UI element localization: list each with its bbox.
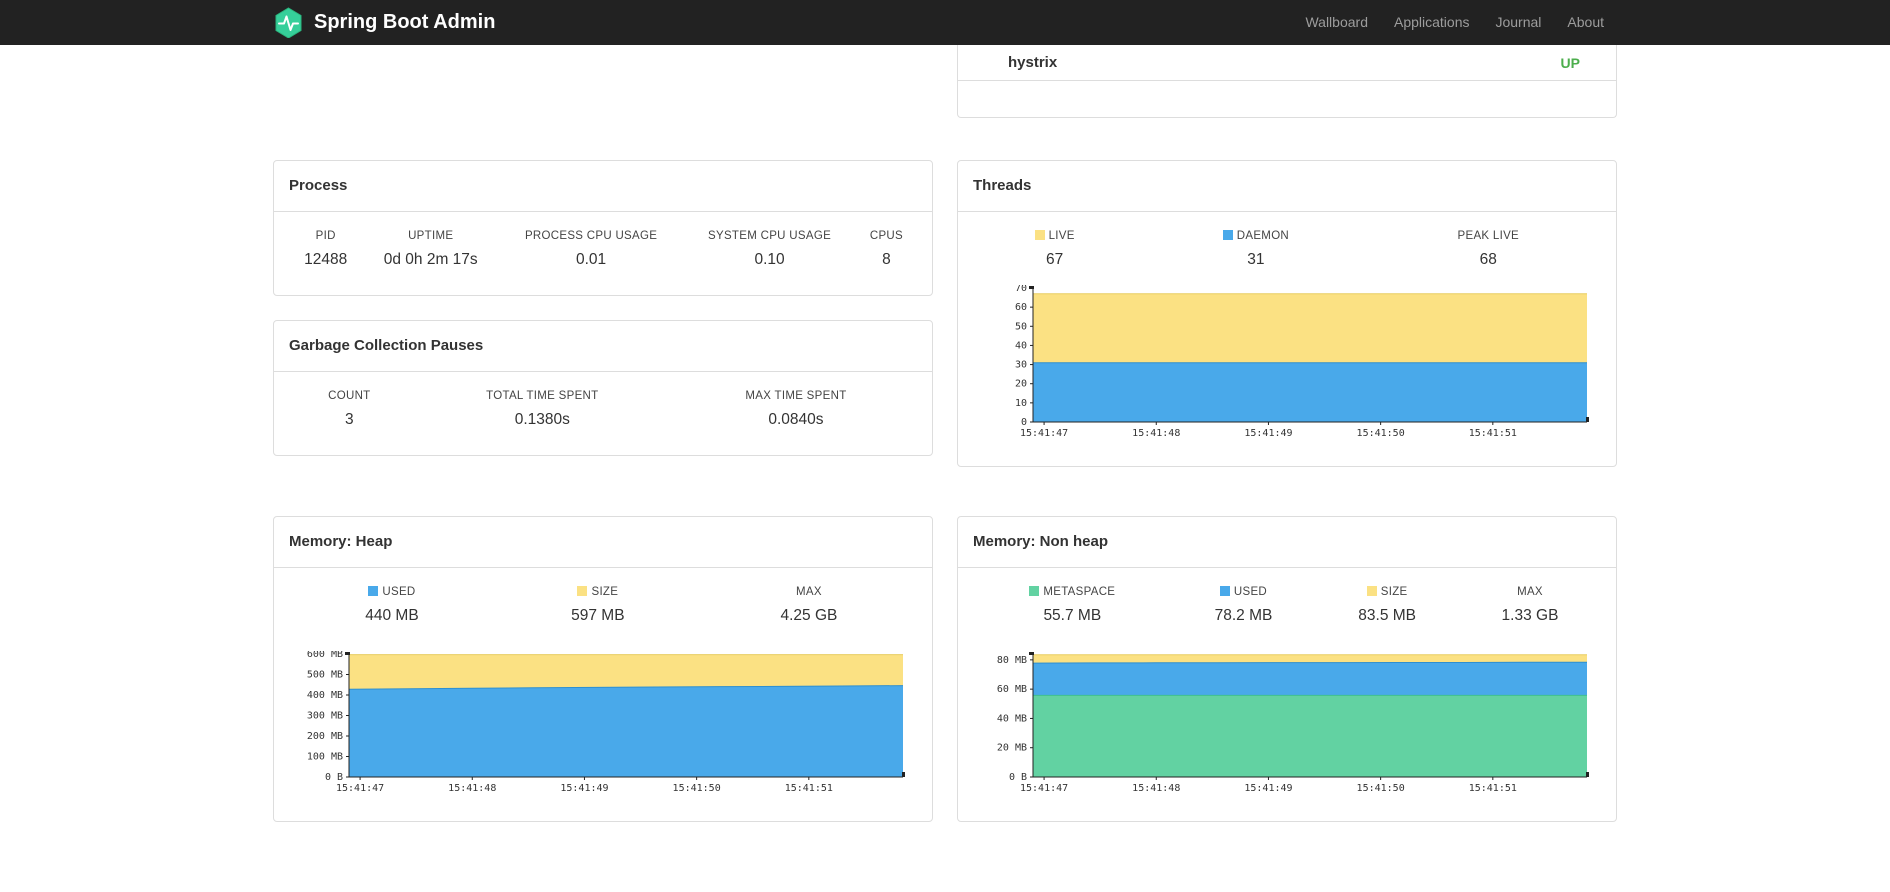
gc-pauses-panel: Garbage Collection Pauses COUNT 3 TOTAL … [273,320,933,456]
process-stats: PID 12488 UPTIME 0d 0h 2m 17s PROCESS CP… [289,230,917,269]
svg-text:20: 20 [1015,379,1027,390]
stat-gc-max-time: MAX TIME SPENT 0.0840s [745,390,847,428]
threads-panel: Threads LIVE 67 DAEMON 31 PEAK LIVE 68 0… [957,160,1617,467]
legend-live: LIVE 67 [973,230,1136,269]
legend-peak-live: PEAK LIVE 68 [1457,230,1520,268]
svg-text:60 MB: 60 MB [997,684,1027,695]
legend-nonheap-used: USED 78.2 MB [1214,586,1273,624]
heap-size-swatch-icon [577,586,588,596]
legend-heap-size: SIZE 597 MB [571,586,625,624]
nav-journal[interactable]: Journal [1482,0,1554,45]
navbar-menu: Wallboard Applications Journal About [1292,0,1617,45]
metaspace-swatch-icon [1029,586,1040,596]
threads-panel-title: Threads [958,161,1616,212]
svg-text:15:41:47: 15:41:47 [1020,428,1068,439]
svg-text:40: 40 [1015,340,1027,351]
svg-text:60: 60 [1015,302,1027,313]
nonheap-used-swatch-icon [1219,586,1230,596]
gc-stats: COUNT 3 TOTAL TIME SPENT 0.1380s MAX TIM… [289,390,917,429]
svg-text:100 MB: 100 MB [307,752,343,763]
services-status-panel: hystrix UP [957,45,1617,118]
legend-daemon: DAEMON 31 [1136,230,1375,269]
memory-heap-legend: USED 440 MB SIZE 597 MB MAX 4.25 GB [289,586,917,625]
svg-text:0: 0 [1021,417,1027,428]
svg-text:600 MB: 600 MB [307,651,343,660]
service-row-hystrix[interactable]: hystrix UP [958,45,1616,81]
stat-cpus: CPUS 8 [869,230,904,268]
legend-heap-used: USED 440 MB [365,586,419,624]
svg-text:50: 50 [1015,321,1027,332]
memory-heap-title: Memory: Heap [274,517,932,568]
legend-nonheap-size: SIZE 83.5 MB [1358,586,1416,624]
svg-text:70: 70 [1015,285,1027,294]
nav-about[interactable]: About [1554,0,1617,45]
svg-text:200 MB: 200 MB [307,731,343,742]
legend-nonheap-max: MAX 1.33 GB [1501,586,1559,624]
stat-uptime: UPTIME 0d 0h 2m 17s [383,230,478,268]
svg-text:30: 30 [1015,360,1027,371]
stat-pid: PID 12488 [304,230,348,268]
stat-gc-total-time: TOTAL TIME SPENT 0.1380s [486,390,599,428]
brand-title: Spring Boot Admin [314,11,496,33]
svg-text:15:41:49: 15:41:49 [1244,428,1292,439]
svg-text:15:41:49: 15:41:49 [1244,783,1292,794]
nav-applications[interactable]: Applications [1381,0,1483,45]
stat-gc-count: COUNT 3 [328,390,371,428]
svg-text:15:41:50: 15:41:50 [1357,783,1405,794]
svg-text:15:41:48: 15:41:48 [1132,783,1180,794]
process-panel: Process PID 12488 UPTIME 0d 0h 2m 17s PR… [273,160,933,296]
svg-text:40 MB: 40 MB [997,713,1027,724]
legend-metaspace: METASPACE 55.7 MB [973,586,1172,625]
threads-legend: LIVE 67 DAEMON 31 PEAK LIVE 68 [973,230,1601,269]
live-swatch-icon [1034,230,1045,240]
memory-heap-panel: Memory: Heap USED 440 MB SIZE 597 MB MAX… [273,516,933,822]
svg-text:15:41:47: 15:41:47 [336,783,384,794]
svg-text:15:41:48: 15:41:48 [448,783,496,794]
legend-heap-max: MAX 4.25 GB [780,586,838,624]
stat-system-cpu-usage: SYSTEM CPU USAGE 0.10 [708,230,832,268]
memory-nonheap-legend: METASPACE 55.7 MB USED 78.2 MB SIZE 83.5… [973,586,1601,625]
brand-link[interactable]: Spring Boot Admin [273,7,495,38]
svg-text:15:41:50: 15:41:50 [1357,428,1405,439]
svg-text:15:41:48: 15:41:48 [1132,428,1180,439]
svg-text:15:41:51: 15:41:51 [1469,783,1517,794]
status-badge: UP [1560,54,1580,71]
threads-area-chart: 0 10 20 30 40 50 60 70 15:41:47 15:41:48 15:41:49 1… [1015,285,1589,439]
top-navbar: Spring Boot Admin Wallboard Applications… [0,0,1890,45]
svg-text:15:41:47: 15:41:47 [1020,783,1068,794]
spring-boot-admin-logo-icon [273,7,304,38]
memory-nonheap-title: Memory: Non heap [958,517,1616,568]
nav-wallboard[interactable]: Wallboard [1292,0,1381,45]
memory-nonheap-panel: Memory: Non heap METASPACE 55.7 MB USED … [957,516,1617,822]
svg-text:0 B: 0 B [325,772,343,783]
gc-panel-title: Garbage Collection Pauses [274,321,932,372]
svg-text:0 B: 0 B [1009,772,1027,783]
process-panel-title: Process [274,161,932,212]
svg-text:80 MB: 80 MB [997,655,1027,666]
empty-left-spacer [273,45,933,118]
svg-text:20 MB: 20 MB [997,743,1027,754]
nonheap-size-swatch-icon [1366,586,1377,596]
svg-text:15:41:51: 15:41:51 [785,783,833,794]
svg-text:15:41:51: 15:41:51 [1469,428,1517,439]
service-name: hystrix [1008,54,1058,71]
stat-process-cpu-usage: PROCESS CPU USAGE 0.01 [524,230,658,268]
svg-text:500 MB: 500 MB [307,670,343,681]
daemon-swatch-icon [1222,230,1233,240]
memory-nonheap-area-chart: 0 B 20 MB 40 MB 60 MB 80 MB 15:41:47 15:41:48 1… [997,652,1589,794]
memory-heap-area-chart: 0 B 100 MB 200 MB 300 MB 400 MB 500 MB 600 MB 1… [307,651,905,794]
svg-text:400 MB: 400 MB [307,690,343,701]
svg-text:300 MB: 300 MB [307,711,343,722]
svg-text:15:41:49: 15:41:49 [560,783,608,794]
svg-text:10: 10 [1015,398,1027,409]
heap-used-swatch-icon [368,586,379,596]
svg-text:15:41:50: 15:41:50 [673,783,721,794]
